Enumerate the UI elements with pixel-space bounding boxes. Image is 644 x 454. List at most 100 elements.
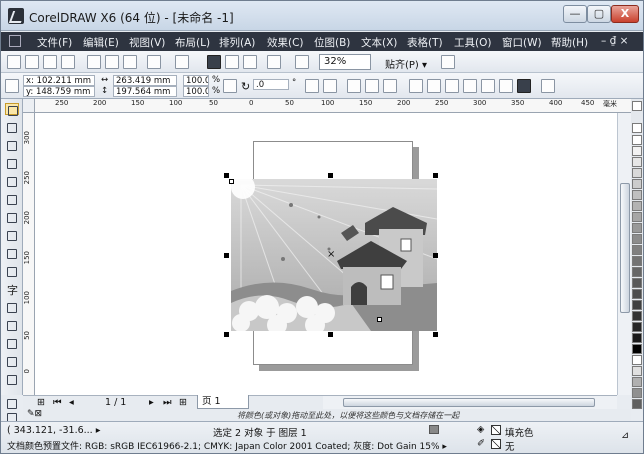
add-page-after-icon[interactable]: ⊞ — [179, 397, 187, 408]
ungroup-all-icon[interactable] — [383, 79, 397, 93]
color-eyedropper-icon[interactable] — [5, 373, 19, 385]
palette-swatch[interactable] — [632, 278, 642, 288]
selection-handle-top-right[interactable] — [433, 173, 438, 178]
ungroup-icon[interactable] — [365, 79, 379, 93]
back-minus-front-icon[interactable] — [517, 79, 531, 93]
fill-swatch[interactable] — [491, 425, 501, 435]
menu-file[interactable]: 文件(F) — [37, 35, 72, 50]
blend-tool-icon[interactable] — [5, 355, 19, 367]
intersect-icon[interactable] — [463, 79, 477, 93]
palette-swatch[interactable] — [632, 234, 642, 244]
shape-tool-icon[interactable] — [5, 121, 19, 133]
palette-swatch[interactable] — [632, 355, 642, 365]
menu-window[interactable]: 窗口(W) — [502, 35, 542, 50]
drawing-canvas[interactable]: × — [35, 113, 617, 395]
align-distribute-icon[interactable] — [541, 79, 555, 93]
palette-swatch[interactable] — [632, 300, 642, 310]
selection-handle-top[interactable] — [328, 173, 333, 178]
height-field[interactable]: 197.564 mm — [113, 86, 177, 97]
next-page-icon[interactable]: ▸ — [149, 397, 154, 408]
vertical-scroll-thumb[interactable] — [620, 183, 630, 313]
document-palette-strip[interactable]: ✎⊠ 将颜色(或对象)拖动至此处，以便将这些颜色与文档存储在一起 — [23, 409, 631, 421]
zoom-tool-icon[interactable] — [5, 157, 19, 169]
smart-fill-tool-icon[interactable] — [5, 193, 19, 205]
x-position-field[interactable]: x: 102.211 mm — [23, 75, 95, 86]
paste-icon[interactable] — [123, 55, 137, 69]
minimize-button[interactable]: — — [563, 5, 587, 23]
y-position-field[interactable]: y: 148.759 mm — [23, 86, 95, 97]
palette-swatch[interactable] — [632, 344, 642, 354]
dimension-tool-icon[interactable] — [5, 319, 19, 331]
connector-tool-icon[interactable] — [5, 337, 19, 349]
ruler-origin[interactable] — [23, 99, 35, 113]
menu-tools[interactable]: 工具(O) — [454, 35, 491, 50]
menu-arrange[interactable]: 排列(A) — [219, 35, 255, 50]
no-color-swatch-icon[interactable] — [632, 123, 642, 133]
search-content-icon[interactable] — [207, 55, 221, 69]
crop-tool-icon[interactable] — [5, 139, 19, 151]
palette-swatch[interactable] — [632, 366, 642, 376]
menu-effects[interactable]: 效果(C) — [267, 35, 304, 50]
palette-swatch[interactable] — [632, 179, 642, 189]
scale-y-field[interactable]: 100.0 — [183, 86, 209, 97]
page-tab[interactable]: 页 1 — [197, 395, 249, 409]
horizontal-scroll-thumb[interactable] — [343, 398, 595, 407]
last-page-icon[interactable]: ⏭ — [163, 397, 172, 408]
new-document-icon[interactable] — [7, 55, 21, 69]
palette-swatch[interactable] — [632, 267, 642, 277]
selection-handle-right[interactable] — [433, 253, 438, 258]
open-folder-icon[interactable] — [25, 55, 39, 69]
palette-dropper-icon[interactable]: ✎⊠ — [27, 409, 42, 419]
freehand-tool-icon[interactable] — [5, 175, 19, 187]
palette-swatch[interactable] — [632, 289, 642, 299]
palette-swatch[interactable] — [632, 388, 642, 398]
menu-text[interactable]: 文本(X) — [361, 35, 397, 50]
palette-swatch[interactable] — [632, 146, 642, 156]
color-proof-icon[interactable] — [429, 425, 439, 434]
fill-indicator-icon[interactable]: ◈ — [477, 424, 484, 435]
doc-window-controls[interactable]: – ₫ × — [601, 35, 628, 47]
document-menu-icon[interactable] — [9, 35, 21, 47]
palette-swatch[interactable] — [632, 311, 642, 321]
prev-page-icon[interactable]: ◂ — [69, 397, 74, 408]
text-tool-icon[interactable]: 字 — [5, 283, 19, 297]
palette-swatch[interactable] — [632, 190, 642, 200]
palette-swatch[interactable] — [632, 333, 642, 343]
combine-icon[interactable] — [409, 79, 423, 93]
selection-handle-top-left[interactable] — [224, 173, 229, 178]
zoom-level-select[interactable]: 32% — [319, 54, 371, 70]
menu-table[interactable]: 表格(T) — [407, 35, 443, 50]
menu-layout[interactable]: 布局(L) — [175, 35, 210, 50]
palette-swatch[interactable] — [632, 168, 642, 178]
color-profile-info[interactable]: 文档颜色预置文件: RGB: sRGB IEC61966-2.1; CMYK: … — [7, 439, 447, 452]
vertical-scrollbar[interactable] — [617, 113, 631, 395]
polygon-tool-icon[interactable] — [5, 247, 19, 259]
palette-scroll-up-icon[interactable] — [632, 101, 642, 111]
snap-to-dropdown[interactable]: 贴齐(P) ▾ — [385, 56, 427, 71]
selection-handle-left[interactable] — [224, 253, 229, 258]
print-icon[interactable] — [61, 55, 75, 69]
lock-ratio-icon[interactable] — [223, 79, 237, 93]
menu-edit[interactable]: 编辑(E) — [83, 35, 119, 50]
palette-swatch[interactable] — [632, 201, 642, 211]
vertical-ruler[interactable]: 300 250 200 150 100 50 0 — [23, 113, 35, 395]
weld-icon[interactable] — [427, 79, 441, 93]
outline-swatch[interactable] — [491, 439, 501, 449]
import-icon[interactable] — [225, 55, 239, 69]
palette-swatch[interactable] — [632, 399, 642, 409]
options-icon[interactable] — [441, 55, 455, 69]
mirror-horizontal-icon[interactable] — [305, 79, 319, 93]
trim-icon[interactable] — [445, 79, 459, 93]
rectangle-tool-icon[interactable] — [5, 211, 19, 223]
menu-bitmaps[interactable]: 位图(B) — [314, 35, 350, 50]
selection-handle-bottom-right[interactable] — [433, 332, 438, 337]
selection-handle-bottom[interactable] — [328, 332, 333, 337]
copy-icon[interactable] — [105, 55, 119, 69]
horizontal-scrollbar[interactable] — [323, 395, 617, 409]
object-origin-icon[interactable] — [5, 79, 19, 93]
maximize-button[interactable]: ▢ — [587, 5, 611, 23]
application-launcher-icon[interactable] — [267, 55, 281, 69]
add-page-icon[interactable]: ⊞ — [37, 397, 45, 408]
width-field[interactable]: 263.419 mm — [113, 75, 177, 86]
palette-swatch[interactable] — [632, 212, 642, 222]
